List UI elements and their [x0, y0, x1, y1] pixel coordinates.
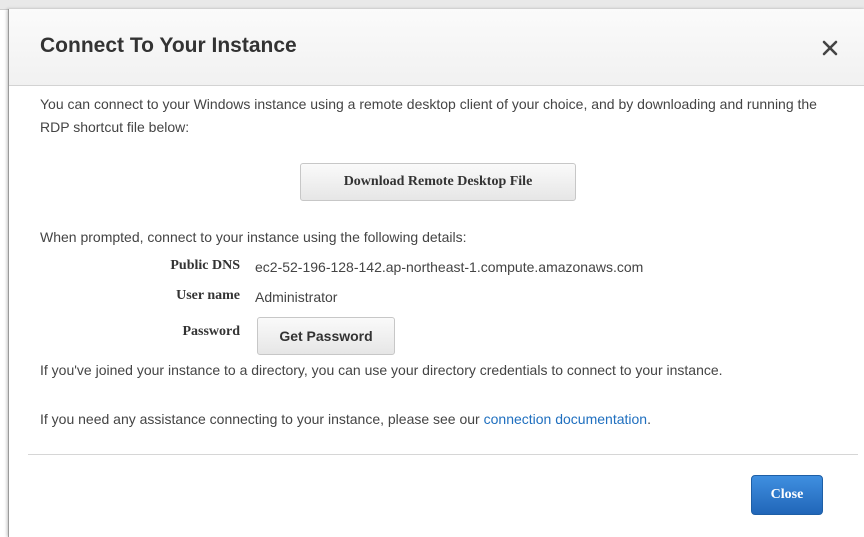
dialog-header: Connect To Your Instance: [9, 9, 864, 86]
footer-divider: [28, 454, 858, 455]
intro-text: You can connect to your Windows instance…: [40, 96, 817, 135]
public-dns-value: ec2-52-196-128-142.ap-northeast-1.comput…: [255, 259, 644, 275]
connection-documentation-link[interactable]: connection documentation: [484, 411, 647, 427]
user-name-value: Administrator: [255, 289, 338, 305]
assistance-suffix: .: [647, 411, 651, 427]
close-x-icon[interactable]: [821, 39, 839, 57]
dialog-title: Connect To Your Instance: [40, 34, 297, 57]
directory-note: If you've joined your instance to a dire…: [40, 362, 723, 378]
password-label: Password: [182, 324, 240, 339]
assistance-prefix: If you need any assistance connecting to…: [40, 411, 480, 427]
connect-dialog: Connect To Your Instance You can connect…: [8, 9, 864, 537]
public-dns-label: Public DNS: [170, 258, 240, 273]
prompt-text: When prompted, connect to your instance …: [40, 229, 467, 245]
assistance-text: If you need any assistance connecting to…: [40, 411, 651, 427]
get-password-button[interactable]: Get Password: [257, 317, 395, 355]
close-button[interactable]: Close: [751, 475, 823, 515]
user-name-label: User name: [176, 288, 240, 303]
download-rdp-button[interactable]: Download Remote Desktop File: [300, 163, 576, 201]
